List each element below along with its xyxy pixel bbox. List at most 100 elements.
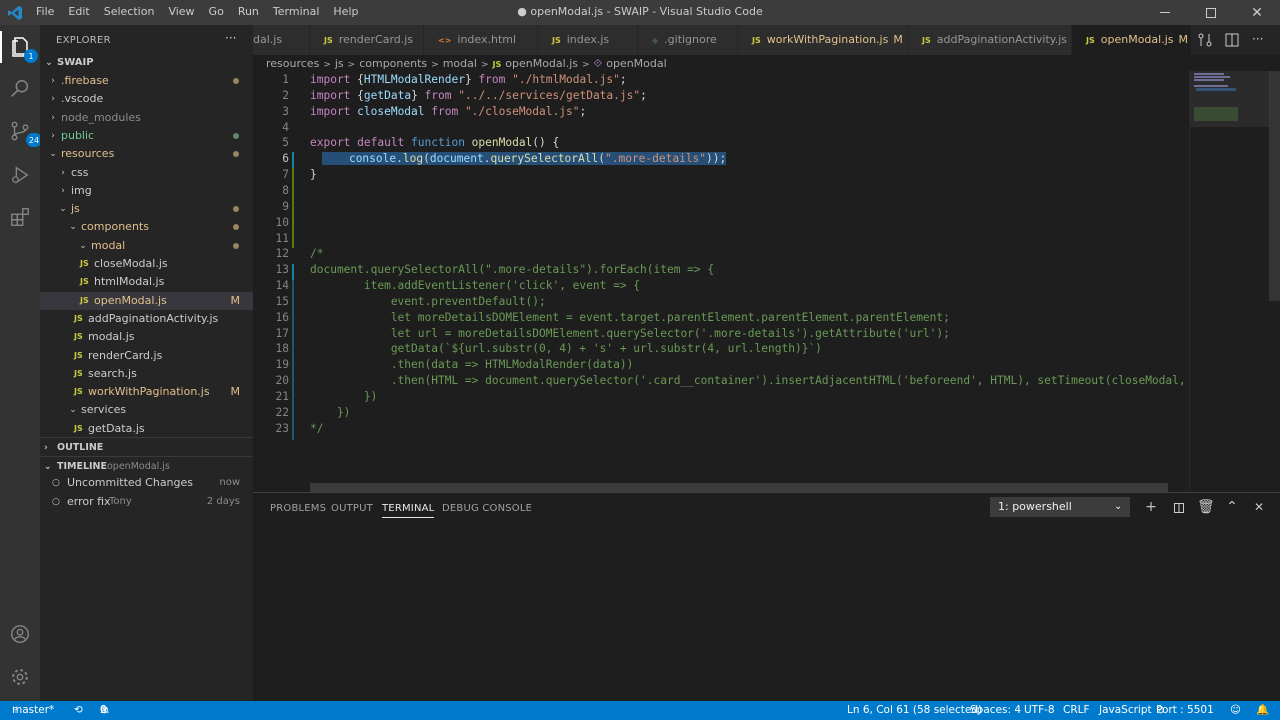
- editor-tab[interactable]: JS index.js: [538, 25, 638, 55]
- editor-tab[interactable]: dal.js: [253, 25, 310, 55]
- editor-tab[interactable]: JS renderCard.js: [310, 25, 424, 55]
- more-editor-actions-button[interactable]: ···: [1252, 32, 1263, 46]
- eol-status[interactable]: CRLF: [1063, 701, 1090, 720]
- breadcrumb-item[interactable]: components: [359, 57, 427, 70]
- tree-item-label: workWithPagination.js: [88, 385, 210, 399]
- editor-tab[interactable]: JS openModal.js M ●: [1072, 25, 1192, 55]
- folder-item[interactable]: ⌄ modal: [40, 237, 253, 255]
- restore-button[interactable]: [1188, 0, 1234, 25]
- javascript-file-icon: JS: [74, 332, 83, 342]
- restore-icon: [1206, 7, 1216, 18]
- cursor-position-status[interactable]: Ln 6, Col 61 (58 selected): [847, 701, 982, 720]
- explorer-more-actions-button[interactable]: ···: [225, 31, 236, 45]
- minimize-button[interactable]: [1142, 0, 1188, 25]
- workspace-root[interactable]: ⌄ SWAIP: [40, 54, 253, 72]
- tree-item-label: openModal.js: [94, 293, 167, 307]
- folder-item[interactable]: › .firebase: [40, 72, 253, 90]
- code-token: ".more-details": [605, 152, 707, 166]
- editor-tab[interactable]: JS addPaginationActivity.js: [908, 25, 1072, 55]
- code-token: (: [423, 152, 430, 166]
- folder-item[interactable]: ⌄ components: [40, 218, 253, 236]
- terminal-select[interactable]: 1: powershell ⌄: [990, 497, 1130, 517]
- line-number: 4: [282, 120, 289, 134]
- code-token: */: [310, 421, 324, 435]
- breadcrumb-separator: >: [347, 60, 356, 70]
- encoding-status[interactable]: UTF-8: [1024, 701, 1055, 720]
- outline-section-header[interactable]: › OUTLINE: [40, 437, 253, 458]
- menu-run[interactable]: Run: [238, 5, 259, 18]
- panel-tab-output[interactable]: OUTPUT: [331, 503, 373, 514]
- editor-tab[interactable]: ◆ .gitignore: [638, 25, 738, 55]
- breadcrumb-separator: >: [431, 60, 439, 70]
- file-item[interactable]: JS getData.js: [40, 420, 253, 438]
- new-terminal-button[interactable]: +: [1143, 499, 1159, 515]
- panel-tab-debug-console[interactable]: DEBUG CONSOLE: [442, 503, 532, 514]
- folder-item[interactable]: › css: [40, 164, 253, 182]
- editor-tab[interactable]: <> index.html: [424, 25, 538, 55]
- line-number: 8: [282, 183, 289, 197]
- kill-terminal-button[interactable]: 🗑: [1197, 499, 1215, 515]
- breadcrumb-item[interactable]: js: [335, 57, 344, 70]
- file-item[interactable]: JS workWithPagination.js M: [40, 383, 253, 401]
- folder-item[interactable]: ⌄ services: [40, 401, 253, 419]
- editor-tab[interactable]: JS workWithPagination.js M: [738, 25, 908, 55]
- menu-view[interactable]: View: [168, 5, 194, 18]
- folder-item[interactable]: › img: [40, 182, 253, 200]
- manage-activity-button[interactable]: [4, 661, 36, 693]
- vertical-scrollbar[interactable]: [1269, 71, 1280, 301]
- timeline-item[interactable]: ○ Uncommitted Changes now: [40, 474, 253, 492]
- code-editor[interactable]: 1 import {HTMLModalRender} from "./htmlMo…: [253, 71, 1233, 491]
- indentation-status[interactable]: Spaces: 4: [970, 701, 1021, 720]
- extensions-activity-button[interactable]: [4, 201, 36, 233]
- explorer-activity-button[interactable]: 1: [0, 31, 40, 63]
- language-status[interactable]: JavaScript: [1099, 701, 1152, 720]
- close-window-button[interactable]: ✕: [1234, 0, 1280, 25]
- folder-item[interactable]: › public: [40, 127, 253, 145]
- chevron-right-icon: ›: [61, 167, 65, 178]
- split-editor-button[interactable]: [1224, 32, 1240, 48]
- folder-item[interactable]: ⌄ js: [40, 200, 253, 218]
- minimap[interactable]: [1189, 71, 1270, 491]
- file-item[interactable]: JS modal.js: [40, 328, 253, 346]
- line-number: 23: [275, 421, 289, 435]
- javascript-file-icon: JS: [74, 313, 83, 323]
- search-activity-button[interactable]: [4, 73, 36, 105]
- code-line: .then(HTML => document.querySelector('.c…: [310, 374, 1233, 387]
- panel-tab-problems[interactable]: PROBLEMS: [270, 503, 326, 514]
- timeline-item[interactable]: ○ error fix Tony 2 days: [40, 493, 253, 511]
- breadcrumb-item[interactable]: openModal.js: [505, 57, 578, 70]
- tab-label: openModal.js: [1100, 33, 1174, 46]
- panel-tab-terminal[interactable]: TERMINAL: [382, 503, 435, 518]
- close-panel-button[interactable]: ✕: [1251, 499, 1267, 515]
- file-item[interactable]: JS renderCard.js: [40, 347, 253, 365]
- horizontal-scrollbar[interactable]: [310, 483, 1168, 492]
- menu-file[interactable]: File: [36, 5, 54, 18]
- menu-go[interactable]: Go: [209, 5, 224, 18]
- menu-selection[interactable]: Selection: [104, 5, 155, 18]
- source-control-activity-button[interactable]: 24: [4, 115, 42, 147]
- code-token: from: [424, 88, 459, 102]
- folder-item[interactable]: ⌄ resources: [40, 145, 253, 163]
- file-item[interactable]: JS search.js: [40, 365, 253, 383]
- code-token: event.preventDefault();: [310, 294, 546, 308]
- folder-item[interactable]: › node_modules: [40, 109, 253, 127]
- menu-help[interactable]: Help: [333, 5, 358, 18]
- code-line: .then(data => HTMLModalRender(data)): [310, 358, 634, 371]
- maximize-panel-button[interactable]: ⌃: [1224, 499, 1240, 515]
- menu-terminal[interactable]: Terminal: [273, 5, 320, 18]
- file-item[interactable]: JS htmlModal.js: [40, 273, 253, 291]
- file-item[interactable]: JS addPaginationActivity.js: [40, 310, 253, 328]
- code-line: let moreDetailsDOMElement = event.target…: [310, 311, 950, 324]
- split-terminal-button[interactable]: [1171, 499, 1187, 515]
- file-item[interactable]: JS closeModal.js: [40, 255, 253, 273]
- minimap-slider[interactable]: [1190, 71, 1270, 127]
- breadcrumb-item[interactable]: resources: [266, 57, 319, 70]
- run-debug-activity-button[interactable]: [4, 159, 36, 191]
- folder-item[interactable]: › .vscode: [40, 90, 253, 108]
- file-item[interactable]: JS openModal.js M: [40, 291, 253, 310]
- breadcrumb-item[interactable]: openModal: [606, 57, 666, 70]
- menu-edit[interactable]: Edit: [68, 5, 89, 18]
- accounts-activity-button[interactable]: [4, 618, 36, 650]
- open-changes-button[interactable]: [1197, 32, 1213, 48]
- breadcrumb-item[interactable]: modal: [443, 57, 477, 70]
